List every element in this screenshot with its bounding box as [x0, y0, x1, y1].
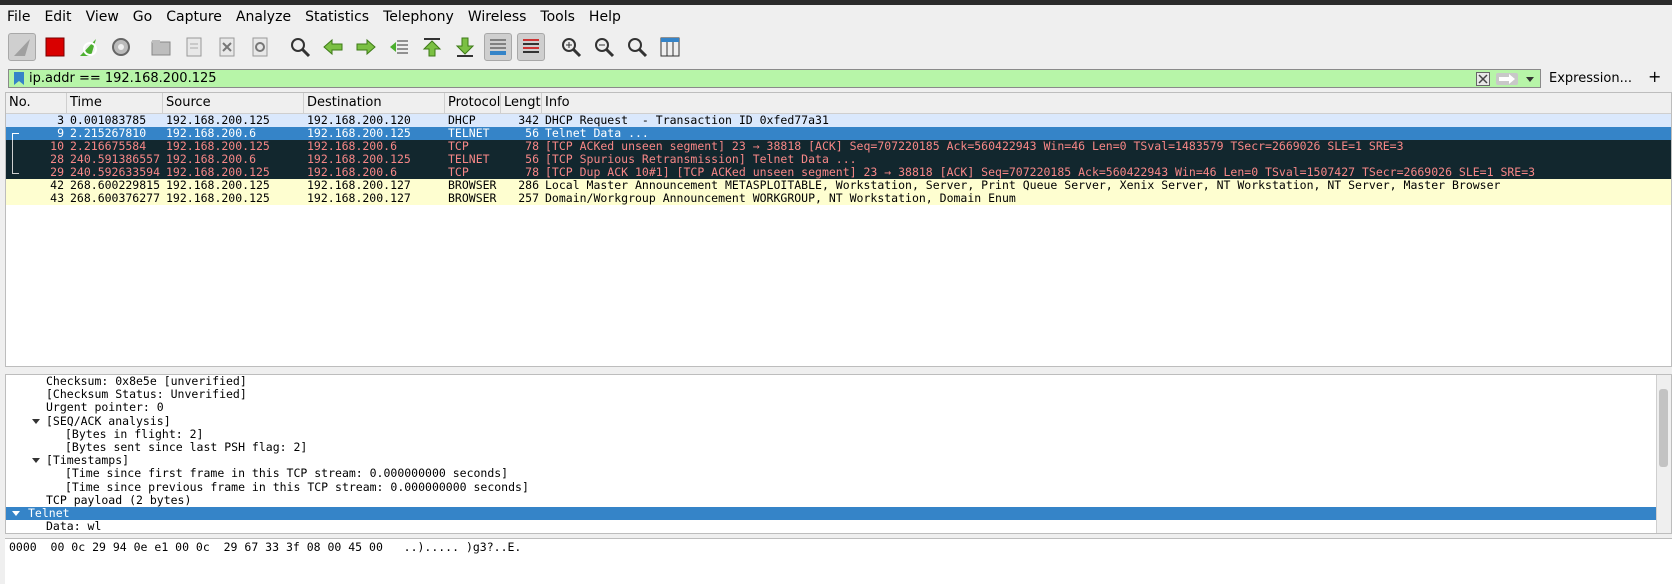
menu-statistics[interactable]: Statistics: [305, 9, 369, 25]
packet-list-header: No. Time Source Destination Protocol Len…: [6, 93, 1671, 114]
menu-file[interactable]: File: [7, 9, 30, 25]
cell-destination: 192.168.200.127: [307, 191, 411, 205]
detail-label: [Time since first frame in this TCP stre…: [65, 466, 509, 481]
clear-filter-icon[interactable]: [1476, 71, 1490, 86]
go-forward-icon[interactable]: [352, 33, 380, 61]
expression-button[interactable]: Expression...: [1549, 69, 1632, 88]
menu-bar: File Edit View Go Capture Analyze Statis…: [0, 5, 1672, 29]
column-time[interactable]: Time: [67, 93, 163, 113]
detail-label: [Checksum Status: Unverified]: [46, 387, 247, 402]
conversation-end-marker: [12, 166, 19, 174]
autoscroll-icon[interactable]: [484, 33, 512, 61]
detail-label: [Time since previous frame in this TCP s…: [65, 479, 529, 494]
menu-wireless[interactable]: Wireless: [468, 9, 527, 25]
zoom-out-icon[interactable]: [590, 33, 618, 61]
detail-label: [Bytes in flight: 2]: [65, 426, 204, 441]
packet-bytes-pane: 0000 00 0c 29 94 0e e1 00 0c 29 67 33 3f…: [5, 538, 1672, 584]
details-scrollbar[interactable]: [1656, 375, 1671, 533]
detail-row[interactable]: [SEQ/ACK analysis]: [6, 413, 1671, 428]
go-first-icon[interactable]: [418, 33, 446, 61]
colorize-icon[interactable]: [517, 33, 545, 61]
scrollbar-thumb[interactable]: [1659, 389, 1668, 467]
detail-label: Checksum: 0x8e5e [unverified]: [46, 374, 247, 388]
conversation-line: [12, 153, 14, 166]
menu-edit[interactable]: Edit: [44, 9, 71, 25]
menu-telephony[interactable]: Telephony: [383, 9, 454, 25]
column-protocol[interactable]: Protocol: [445, 93, 501, 113]
detail-label: [SEQ/ACK analysis]: [46, 413, 171, 428]
menu-tools[interactable]: Tools: [540, 9, 575, 25]
restart-capture-icon[interactable]: [74, 33, 102, 61]
capture-options-icon[interactable]: [107, 33, 135, 61]
detail-label: Telnet: [28, 505, 70, 520]
detail-row[interactable]: Data: wl: [6, 519, 1671, 534]
cell-time: 268.600376277: [70, 191, 161, 205]
menu-go[interactable]: Go: [133, 9, 152, 25]
go-last-icon[interactable]: [451, 33, 479, 61]
shark-fin-start-icon[interactable]: [8, 33, 36, 61]
resize-columns-icon[interactable]: [656, 33, 684, 61]
conversation-line: [12, 140, 14, 153]
detail-label: [Timestamps]: [46, 453, 130, 468]
detail-row[interactable]: Urgent pointer: 0: [6, 401, 1671, 414]
zoom-in-icon[interactable]: [557, 33, 585, 61]
menu-capture[interactable]: Capture: [166, 9, 222, 25]
find-packet-icon[interactable]: [286, 33, 314, 61]
detail-row[interactable]: [Bytes sent since last PSH flag: 2]: [6, 439, 1671, 454]
column-length[interactable]: Length: [501, 93, 542, 113]
column-no[interactable]: No.: [6, 93, 67, 113]
display-filter-bar: ip.addr == 192.168.200.125: [8, 69, 1541, 88]
packet-list: No. Time Source Destination Protocol Len…: [5, 92, 1672, 367]
chevron-down-icon[interactable]: [1524, 73, 1536, 85]
bytes-line[interactable]: 0000 00 0c 29 94 0e e1 00 0c 29 67 33 3f…: [9, 540, 521, 554]
open-file-icon[interactable]: [147, 33, 175, 61]
detail-label: [Bytes sent since last PSH flag: 2]: [65, 439, 308, 454]
zoom-normal-icon[interactable]: [623, 33, 651, 61]
detail-row[interactable]: [Checksum Status: Unverified]: [6, 388, 1671, 401]
save-file-icon[interactable]: [180, 33, 208, 61]
cell-no: 43: [50, 191, 64, 205]
reload-file-icon[interactable]: [246, 33, 274, 61]
cell-info: DHCP Request - Transaction ID 0xfed77a31: [545, 113, 829, 127]
expand-arrow-icon[interactable]: [32, 458, 40, 464]
detail-label: Urgent pointer: 0: [46, 400, 164, 415]
cell-protocol: BROWSER: [448, 191, 497, 205]
bookmark-icon[interactable]: [13, 72, 25, 85]
display-filter-input[interactable]: ip.addr == 192.168.200.125: [29, 71, 1476, 86]
go-to-packet-icon[interactable]: [385, 33, 413, 61]
detail-row[interactable]: TCP payload (2 bytes): [6, 492, 1671, 507]
expand-arrow-icon[interactable]: [12, 510, 20, 516]
packet-row[interactable]: 43 268.600376277 192.168.200.125 192.168…: [6, 192, 1671, 205]
detail-label: Data: wl: [46, 519, 102, 534]
detail-label: TCP payload (2 bytes): [46, 492, 192, 507]
column-source[interactable]: Source: [163, 93, 304, 113]
cell-length: 257: [518, 191, 539, 205]
menu-analyze[interactable]: Analyze: [236, 9, 291, 25]
detail-row-selected[interactable]: Telnet: [6, 505, 1671, 521]
menu-help[interactable]: Help: [589, 9, 621, 25]
apply-filter-icon[interactable]: [1496, 72, 1518, 85]
cell-info: Domain/Workgroup Announcement WORKGROUP,…: [545, 191, 1016, 205]
stop-capture-icon[interactable]: [41, 33, 69, 61]
menu-view[interactable]: View: [86, 9, 119, 25]
expand-arrow-icon[interactable]: [32, 418, 40, 424]
main-toolbar: [0, 29, 1672, 65]
detail-row[interactable]: Checksum: 0x8e5e [unverified]: [6, 375, 1671, 388]
column-destination[interactable]: Destination: [304, 93, 445, 113]
detail-row[interactable]: [Time since previous frame in this TCP s…: [6, 479, 1671, 494]
column-info[interactable]: Info: [542, 93, 1671, 113]
add-filter-button[interactable]: +: [1648, 67, 1661, 86]
go-back-icon[interactable]: [319, 33, 347, 61]
close-file-icon[interactable]: [213, 33, 241, 61]
packet-details-tree: Checksum: 0x8e5e [unverified] [Checksum …: [5, 374, 1672, 534]
cell-source: 192.168.200.125: [166, 191, 270, 205]
